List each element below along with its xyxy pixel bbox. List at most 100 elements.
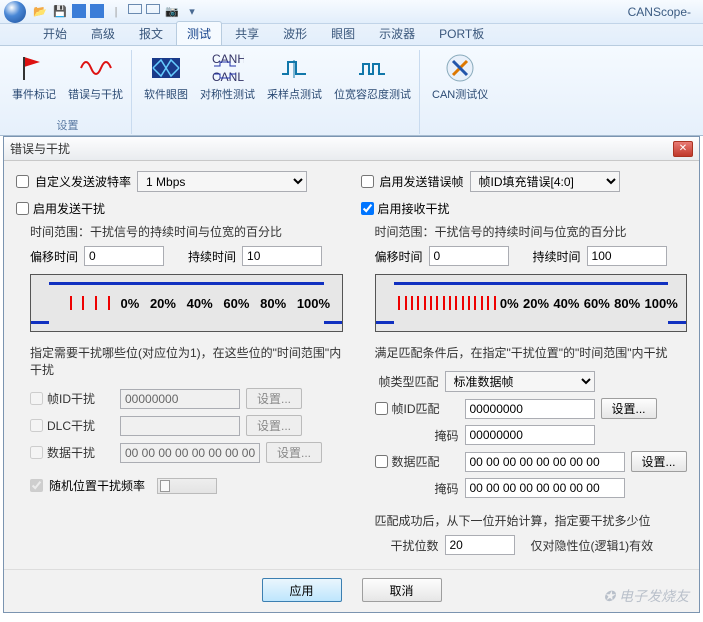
dialog-titlebar: 错误与干扰 ✕	[4, 137, 699, 161]
dlc-interf-input	[120, 416, 240, 436]
frameid-match-label: 帧ID匹配	[392, 400, 440, 417]
rpct-0: 0%	[500, 296, 519, 311]
dlc-interf-set-button: 设置...	[246, 415, 302, 436]
frameid-match-checkbox[interactable]	[375, 402, 388, 415]
separator-icon: |	[108, 4, 124, 20]
left-column: 自定义发送波特率 1 Mbps 启用发送干扰 时间范围：干扰信号的持续时间与位宽…	[16, 171, 343, 555]
pulse2-icon	[357, 52, 389, 84]
interf-bits-note: 仅对隐性位(逻辑1)有效	[531, 537, 654, 554]
pct-60: 60%	[223, 296, 249, 311]
symmetry-test-label: 对称性测试	[200, 86, 255, 102]
cancel-button[interactable]: 取消	[362, 578, 442, 602]
pct-80: 80%	[260, 296, 286, 311]
interf-bits-input[interactable]	[445, 535, 515, 555]
left-duration-label: 持续时间	[188, 248, 236, 265]
baud-combo[interactable]: 1 Mbps	[137, 171, 307, 192]
tab-advanced[interactable]: 高级	[80, 21, 126, 45]
tx-err-combo[interactable]: 帧ID填充错误[4:0]	[470, 171, 620, 192]
camera-icon[interactable]: 📷	[164, 4, 180, 20]
enable-rx-interf-checkbox[interactable]	[361, 202, 374, 215]
tab-test[interactable]: 测试	[176, 21, 222, 45]
ribbon-group-settings: 事件标记 错误与干扰 设置	[4, 50, 132, 134]
rpct-80: 80%	[614, 296, 640, 311]
tab-messages[interactable]: 报文	[128, 21, 174, 45]
success-desc: 匹配成功后，从下一位开始计算，指定要干扰多少位	[375, 512, 688, 529]
sample-test-button[interactable]: 采样点测试	[263, 50, 326, 104]
tab-scope[interactable]: 示波器	[368, 21, 426, 45]
tab-eye[interactable]: 眼图	[320, 21, 366, 45]
can-tester-icon	[444, 52, 476, 84]
layout2-icon[interactable]	[146, 4, 160, 14]
left-timerange-desc: 时间范围：干扰信号的持续时间与位宽的百分比	[30, 223, 343, 240]
open-icon[interactable]: 📂	[32, 4, 48, 20]
dlc-interf-label: DLC干扰	[47, 417, 95, 434]
rpct-20: 20%	[523, 296, 549, 311]
enable-tx-err-label: 启用发送错误帧	[380, 173, 464, 190]
error-interference-label: 错误与干扰	[68, 86, 123, 102]
symmetry-test-button[interactable]: CANHCANL 对称性测试	[196, 50, 259, 104]
can-tester-label: CAN测试仪	[432, 86, 488, 102]
frameid-interf-set-button: 设置...	[246, 388, 302, 409]
enable-tx-err-checkbox[interactable]	[361, 175, 374, 188]
frameid-mask-input[interactable]	[465, 425, 595, 445]
frameid-mask-label: 掩码	[375, 427, 459, 444]
data-mask-label: 掩码	[375, 480, 459, 497]
event-marker-button[interactable]: 事件标记	[8, 50, 60, 104]
tab-waveform[interactable]: 波形	[272, 21, 318, 45]
app-icon[interactable]	[4, 1, 26, 23]
bit-tolerance-button[interactable]: 位宽容忍度测试	[330, 50, 415, 104]
data-match-input[interactable]	[465, 452, 625, 472]
app-title: CANScope-	[628, 5, 699, 19]
save-icon[interactable]: 💾	[52, 4, 68, 20]
group-caption-settings: 设置	[57, 117, 79, 134]
custom-baud-checkbox[interactable]	[16, 175, 29, 188]
eye-diagram-icon	[150, 52, 182, 84]
left-offset-input[interactable]	[84, 246, 164, 266]
software-eye-button[interactable]: 软件眼图	[140, 50, 192, 104]
frameid-interf-checkbox	[30, 392, 43, 405]
tool1-icon[interactable]	[72, 4, 86, 18]
data-mask-input[interactable]	[465, 478, 625, 498]
dialog-footer: 应用 取消	[4, 569, 699, 612]
right-wave-diagram: 0% 20% 40% 60% 80% 100%	[375, 274, 688, 332]
random-freq-slider	[157, 478, 217, 494]
error-interference-button[interactable]: 错误与干扰	[64, 50, 127, 104]
rpct-100: 100%	[645, 296, 678, 311]
enable-rx-interf-label: 启用接收干扰	[378, 200, 450, 217]
enable-tx-interf-label: 启用发送干扰	[33, 200, 105, 217]
tool2-icon[interactable]	[90, 4, 104, 18]
frameid-match-set-button[interactable]: 设置...	[601, 398, 657, 419]
data-match-set-button[interactable]: 设置...	[631, 451, 687, 472]
tab-share[interactable]: 共享	[224, 21, 270, 45]
apply-button[interactable]: 应用	[262, 578, 342, 602]
tab-port[interactable]: PORT板	[428, 21, 495, 45]
left-specify-desc: 指定需要干扰哪些位(对应位为1)，在这些位的"时间范围"内干扰	[30, 344, 343, 378]
right-offset-input[interactable]	[429, 246, 509, 266]
close-icon[interactable]: ✕	[673, 141, 693, 157]
tab-start[interactable]: 开始	[32, 21, 78, 45]
frameid-match-input[interactable]	[465, 399, 595, 419]
qat-dropdown-icon[interactable]: ▾	[184, 4, 200, 20]
event-marker-label: 事件标记	[12, 86, 56, 102]
frametype-combo[interactable]: 标准数据帧	[445, 371, 595, 392]
left-duration-input[interactable]	[242, 246, 322, 266]
can-tester-button[interactable]: CAN测试仪	[428, 50, 492, 104]
data-interf-checkbox	[30, 446, 43, 459]
right-match-desc: 满足匹配条件后，在指定"干扰位置"的"时间范围"内干扰	[375, 344, 688, 361]
random-freq-label: 随机位置干扰频率	[49, 477, 145, 494]
ribbon-tabs: 开始 高级 报文 测试 共享 波形 眼图 示波器 PORT板	[0, 24, 703, 46]
random-freq-checkbox	[30, 479, 43, 492]
error-interference-dialog: 错误与干扰 ✕ 自定义发送波特率 1 Mbps 启用发送干扰 时间范围：干扰信号…	[3, 136, 700, 613]
right-timerange-desc: 时间范围：干扰信号的持续时间与位宽的百分比	[375, 223, 688, 240]
enable-tx-interf-checkbox[interactable]	[16, 202, 29, 215]
svg-text:CANL: CANL	[212, 70, 244, 82]
right-duration-input[interactable]	[587, 246, 667, 266]
data-match-label: 数据匹配	[392, 453, 440, 470]
ribbon-group-tests: 软件眼图 CANHCANL 对称性测试 采样点测试 位宽容忍度测试	[136, 50, 420, 134]
rpct-40: 40%	[553, 296, 579, 311]
data-match-checkbox[interactable]	[375, 455, 388, 468]
layout1-icon[interactable]	[128, 4, 142, 14]
rpct-60: 60%	[584, 296, 610, 311]
ribbon: 事件标记 错误与干扰 设置 软件眼图 CANHCANL 对称性测试 采样点测试	[0, 46, 703, 136]
flag-icon	[18, 52, 50, 84]
